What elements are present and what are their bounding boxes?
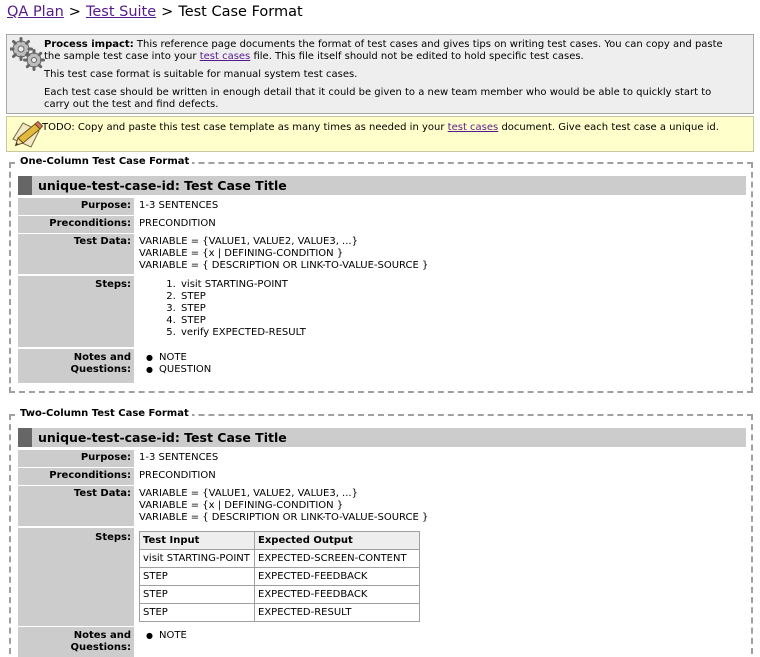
- pencil-icon: [12, 120, 44, 148]
- test-data-line: VARIABLE = {VALUE1, VALUE2, VALUE3, ...}: [139, 236, 358, 247]
- notes-row: Notes and Questions: NOTE: [18, 627, 746, 657]
- impact-text: file. This file itself should not be edi…: [253, 51, 584, 62]
- steps-table-header: Test Input Expected Output: [139, 531, 420, 550]
- column-header-expected-output: Expected Output: [254, 531, 420, 550]
- step-item: STEP: [179, 303, 306, 315]
- breadcrumb: QA Plan > Test Suite > Test Case Format: [7, 4, 303, 20]
- test-input-cell: STEP: [139, 603, 255, 622]
- test-data-line: VARIABLE = {x | DEFINING-CONDITION }: [139, 248, 344, 259]
- todo-test-cases-link[interactable]: test cases: [448, 122, 499, 133]
- steps-value: visit STARTING-POINT STEP STEP STEP veri…: [139, 279, 306, 339]
- notes-label: Notes and Questions:: [18, 349, 134, 383]
- steps-row: Steps: visit STARTING-POINT STEP STEP ST…: [18, 276, 746, 347]
- purpose-value: 1-3 SENTENCES: [139, 452, 219, 463]
- table-row: STEP EXPECTED-RESULT: [139, 603, 420, 622]
- purpose-value: 1-3 SENTENCES: [139, 200, 219, 211]
- notes-value: NOTE QUESTION: [139, 352, 211, 376]
- expected-output-cell: EXPECTED-SCREEN-CONTENT: [254, 549, 420, 568]
- step-item: verify EXPECTED-RESULT: [179, 327, 306, 339]
- steps-list: visit STARTING-POINT STEP STEP STEP veri…: [139, 279, 306, 339]
- section-legend: Two-Column Test Case Format: [17, 408, 192, 419]
- test-case-title: unique-test-case-id: Test Case Title: [18, 176, 746, 195]
- gears-icon: [10, 37, 45, 71]
- table-row: STEP EXPECTED-FEEDBACK: [139, 585, 420, 604]
- test-input-cell: STEP: [139, 585, 255, 604]
- test-data-label: Test Data:: [18, 234, 134, 274]
- test-data-line: VARIABLE = {x | DEFINING-CONDITION }: [139, 500, 344, 511]
- two-column-format-section: Two-Column Test Case Format unique-test-…: [9, 408, 753, 657]
- notes-value: NOTE: [139, 630, 187, 642]
- table-row: STEP EXPECTED-FEEDBACK: [139, 567, 420, 586]
- preconditions-value: PRECONDITION: [139, 470, 216, 481]
- impact-paragraph: Each test case should be written in enou…: [44, 87, 712, 110]
- test-input-cell: STEP: [139, 567, 255, 586]
- breadcrumb-link-qa-plan[interactable]: QA Plan: [7, 4, 64, 20]
- page-title: Test Case Format: [178, 4, 303, 20]
- test-data-line: VARIABLE = { DESCRIPTION OR LINK-TO-VALU…: [139, 260, 429, 271]
- notes-list: NOTE: [139, 630, 187, 642]
- steps-label: Steps:: [18, 528, 134, 626]
- test-data-line: VARIABLE = {VALUE1, VALUE2, VALUE3, ...}: [139, 488, 358, 499]
- step-item: STEP: [179, 315, 306, 327]
- preconditions-row: Preconditions: PRECONDITION: [18, 216, 746, 233]
- breadcrumb-separator: >: [68, 4, 81, 20]
- todo-text-part: document. Give each test case a unique i…: [501, 122, 719, 133]
- notes-row: Notes and Questions: NOTE QUESTION: [18, 349, 746, 383]
- preconditions-label: Preconditions:: [18, 468, 134, 485]
- purpose-label: Purpose:: [18, 450, 134, 467]
- test-data-line: VARIABLE = { DESCRIPTION OR LINK-TO-VALU…: [139, 512, 429, 523]
- note-item: NOTE: [146, 630, 187, 642]
- todo-box: TODO: Copy and paste this test case temp…: [6, 116, 754, 152]
- test-data-row: Test Data: VARIABLE = {VALUE1, VALUE2, V…: [18, 486, 746, 526]
- test-data-value: VARIABLE = {VALUE1, VALUE2, VALUE3, ...}…: [139, 236, 428, 272]
- purpose-row: Purpose: 1-3 SENTENCES: [18, 450, 746, 467]
- impact-paragraph: This test case format is suitable for ma…: [44, 69, 358, 80]
- impact-paragraph: Process impact: This reference page docu…: [44, 39, 739, 63]
- step-item: visit STARTING-POINT: [179, 279, 306, 291]
- todo-text: TODO: Copy and paste this test case temp…: [42, 122, 719, 134]
- one-column-format-section: One-Column Test Case Format unique-test-…: [9, 156, 753, 393]
- column-header-test-input: Test Input: [139, 531, 255, 550]
- preconditions-label: Preconditions:: [18, 216, 134, 233]
- steps-row: Steps: Test Input Expected Output visit …: [18, 528, 746, 626]
- expected-output-cell: EXPECTED-FEEDBACK: [254, 585, 420, 604]
- table-row: visit STARTING-POINT EXPECTED-SCREEN-CON…: [139, 549, 420, 568]
- breadcrumb-separator: >: [161, 4, 174, 20]
- note-item: NOTE: [146, 352, 211, 364]
- expected-output-cell: EXPECTED-FEEDBACK: [254, 567, 420, 586]
- test-data-row: Test Data: VARIABLE = {VALUE1, VALUE2, V…: [18, 234, 746, 274]
- section-legend: One-Column Test Case Format: [17, 156, 193, 167]
- test-cases-link[interactable]: test cases: [200, 51, 251, 62]
- todo-text-part: TODO: Copy and paste this test case temp…: [42, 122, 445, 133]
- test-input-cell: visit STARTING-POINT: [139, 549, 255, 568]
- steps-label: Steps:: [18, 276, 134, 347]
- purpose-row: Purpose: 1-3 SENTENCES: [18, 198, 746, 215]
- preconditions-value: PRECONDITION: [139, 218, 216, 229]
- test-case-title: unique-test-case-id: Test Case Title: [18, 428, 746, 447]
- breadcrumb-link-test-suite[interactable]: Test Suite: [86, 4, 156, 20]
- test-data-label: Test Data:: [18, 486, 134, 526]
- steps-table: Test Input Expected Output visit STARTIN…: [139, 531, 420, 622]
- test-data-value: VARIABLE = {VALUE1, VALUE2, VALUE3, ...}…: [139, 488, 428, 524]
- step-item: STEP: [179, 291, 306, 303]
- preconditions-row: Preconditions: PRECONDITION: [18, 468, 746, 485]
- expected-output-cell: EXPECTED-RESULT: [254, 603, 420, 622]
- impact-label: Process impact:: [44, 39, 134, 50]
- purpose-label: Purpose:: [18, 198, 134, 215]
- process-impact-box: Process impact: This reference page docu…: [6, 34, 754, 114]
- notes-list: NOTE QUESTION: [139, 352, 211, 376]
- notes-label: Notes and Questions:: [18, 627, 134, 657]
- note-item: QUESTION: [146, 364, 211, 376]
